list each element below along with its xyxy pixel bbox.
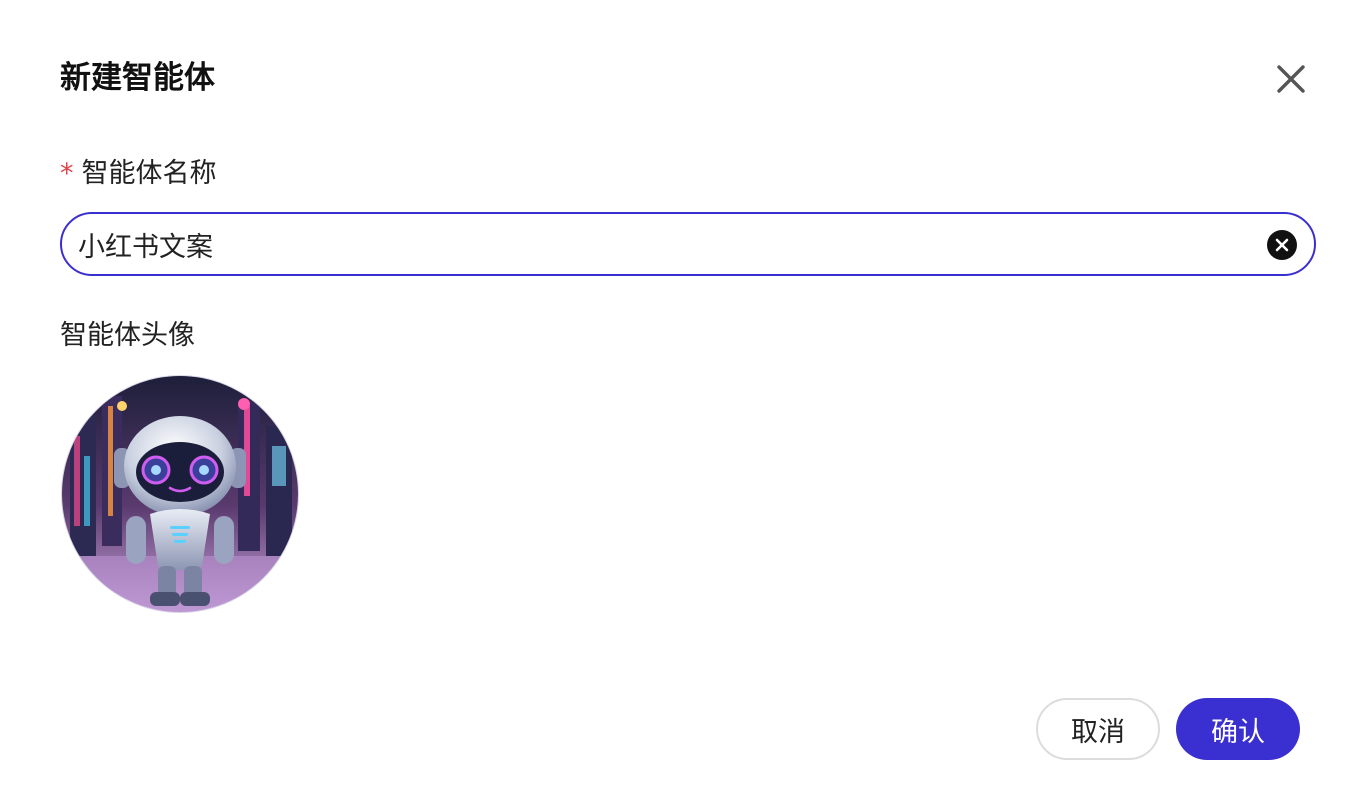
confirm-button[interactable]: 确认 <box>1176 698 1300 760</box>
close-button[interactable] <box>1270 58 1312 100</box>
robot-avatar-image <box>62 376 298 612</box>
agent-avatar-label: 智能体头像 <box>60 320 195 351</box>
agent-name-input-wrapper <box>60 212 1316 276</box>
required-mark: * <box>60 158 74 189</box>
dialog-title: 新建智能体 <box>60 60 215 96</box>
create-agent-dialog: 新建智能体 *智能体名称 智能体头像 <box>0 0 1360 804</box>
clear-circle-icon <box>1275 238 1289 252</box>
agent-avatar[interactable] <box>61 375 299 613</box>
agent-name-label-text: 智能体名称 <box>81 158 217 189</box>
close-icon <box>1277 65 1305 93</box>
agent-name-input[interactable] <box>78 214 1238 274</box>
clear-input-button[interactable] <box>1267 230 1297 260</box>
cancel-button[interactable]: 取消 <box>1036 698 1160 760</box>
agent-name-label: * 智能体名称 <box>60 154 217 194</box>
